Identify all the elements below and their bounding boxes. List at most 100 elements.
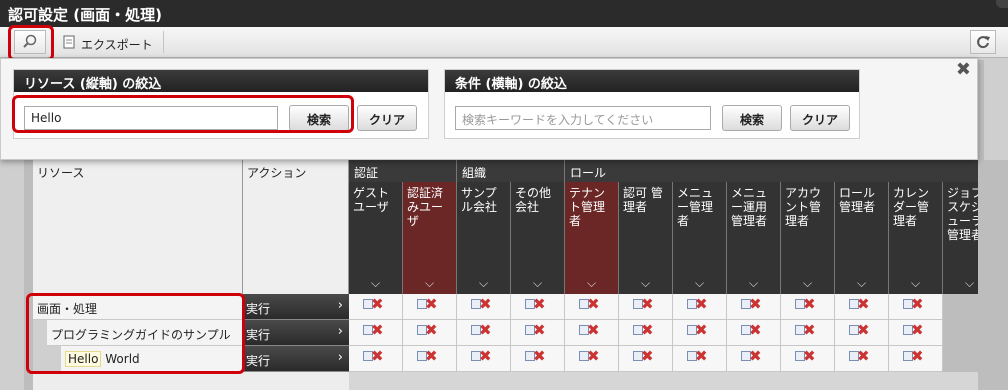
role-header[interactable]: 認証済 みユー ザ ⌵ bbox=[403, 182, 457, 294]
role-header-label: メニュ ー運用 管理者 bbox=[731, 186, 768, 228]
condition-filter-title: 条件 (横軸) の絞込 bbox=[445, 70, 859, 92]
condition-search-input[interactable]: 検索キーワードを入力してください bbox=[455, 106, 711, 130]
deny-icon: ✖ bbox=[749, 295, 762, 313]
permission-cell[interactable]: ✖ bbox=[565, 294, 619, 320]
deny-icon: ✖ bbox=[533, 321, 546, 339]
permission-cell[interactable]: ✖ bbox=[349, 346, 403, 372]
resource-search-button[interactable]: 検索 bbox=[289, 105, 349, 131]
deny-icon: ✖ bbox=[533, 295, 546, 313]
permission-cell[interactable]: ✖ bbox=[349, 320, 403, 346]
permission-cell[interactable]: ✖ bbox=[889, 320, 943, 346]
role-header-label: その他 会社 bbox=[515, 186, 552, 214]
chevron-down-icon[interactable]: ⌵ bbox=[857, 276, 866, 290]
permission-cell[interactable]: ✖ bbox=[511, 294, 565, 320]
role-header-label: サンプ ル会社 bbox=[461, 186, 498, 214]
role-header[interactable]: メニュ ー管理 者 ⌵ bbox=[673, 182, 727, 294]
resource-label-rest: World bbox=[105, 352, 140, 366]
role-header[interactable]: その他 会社 ⌵ bbox=[511, 182, 565, 294]
permission-cell[interactable]: ✖ bbox=[403, 320, 457, 346]
permission-cell[interactable]: ✖ bbox=[673, 346, 727, 372]
resource-search-input[interactable]: Hello bbox=[24, 106, 278, 130]
role-header[interactable]: アカウ ント管 理者 ⌵ bbox=[781, 182, 835, 294]
action-cell[interactable]: 実行 › bbox=[243, 346, 349, 372]
permission-cell[interactable]: ✖ bbox=[727, 320, 781, 346]
permission-cell[interactable]: ✖ bbox=[403, 346, 457, 372]
resource-clear-button[interactable]: クリア bbox=[357, 105, 417, 131]
chevron-down-icon[interactable]: ⌵ bbox=[965, 276, 974, 290]
indent-spacer bbox=[33, 320, 47, 346]
chevron-down-icon[interactable]: ⌵ bbox=[695, 276, 704, 290]
deny-icon: ✖ bbox=[371, 295, 384, 313]
chevron-down-icon[interactable]: ⌵ bbox=[911, 276, 920, 290]
role-header[interactable]: カレン ダー管 理者 ⌵ bbox=[889, 182, 943, 294]
permission-cell[interactable]: ✖ bbox=[511, 320, 565, 346]
condition-search-button[interactable]: 検索 bbox=[722, 105, 782, 131]
role-header[interactable]: 認可 管 理者 ⌵ bbox=[619, 182, 673, 294]
permission-cell[interactable]: ✖ bbox=[403, 294, 457, 320]
permission-cell[interactable]: ✖ bbox=[781, 320, 835, 346]
permission-cell[interactable]: ✖ bbox=[565, 320, 619, 346]
action-label: 実行 bbox=[246, 354, 271, 368]
toolbar: エクスポート bbox=[0, 27, 1008, 58]
deny-icon: ✖ bbox=[695, 321, 708, 339]
export-button[interactable]: エクスポート bbox=[56, 30, 164, 54]
role-header[interactable]: テナン ト管理 者 ⌵ bbox=[565, 182, 619, 294]
group-auth: 認証 bbox=[349, 160, 457, 182]
role-header[interactable]: ロール 管理者 ⌵ bbox=[835, 182, 889, 294]
deny-icon: ✖ bbox=[641, 295, 654, 313]
condition-clear-button[interactable]: クリア bbox=[790, 105, 850, 131]
grid-filler-left bbox=[33, 372, 349, 390]
permission-cell[interactable]: ✖ bbox=[673, 320, 727, 346]
deny-icon: ✖ bbox=[479, 321, 492, 339]
permission-cell[interactable]: ✖ bbox=[457, 294, 511, 320]
permission-cell[interactable]: ✖ bbox=[565, 346, 619, 372]
resource-label: Hello World bbox=[65, 351, 140, 367]
permission-cell[interactable]: ✖ bbox=[673, 294, 727, 320]
permission-cell[interactable]: ✖ bbox=[727, 346, 781, 372]
resource-cell[interactable]: Hello World bbox=[33, 346, 243, 372]
resource-cell[interactable]: 画面・処理 bbox=[33, 294, 243, 320]
deny-icon: ✖ bbox=[587, 347, 600, 365]
action-label: 実行 bbox=[246, 328, 271, 342]
permission-cell[interactable]: ✖ bbox=[889, 346, 943, 372]
title-corner bbox=[996, 0, 1008, 8]
permission-cell[interactable]: ✖ bbox=[781, 294, 835, 320]
permission-cell[interactable]: ✖ bbox=[349, 294, 403, 320]
filter-search-button[interactable] bbox=[14, 30, 46, 54]
role-header[interactable]: サンプ ル会社 ⌵ bbox=[457, 182, 511, 294]
permission-cell[interactable]: ✖ bbox=[619, 346, 673, 372]
deny-icon: ✖ bbox=[695, 347, 708, 365]
deny-icon: ✖ bbox=[857, 347, 870, 365]
permission-cell[interactable]: ✖ bbox=[457, 320, 511, 346]
role-header[interactable]: ゲスト ユーザ ⌵ bbox=[349, 182, 403, 294]
indent-spacer bbox=[33, 346, 61, 372]
permission-cell[interactable]: ✖ bbox=[835, 320, 889, 346]
close-icon[interactable]: ✖ bbox=[956, 59, 971, 80]
chevron-down-icon[interactable]: ⌵ bbox=[425, 276, 434, 290]
permission-cell[interactable]: ✖ bbox=[619, 294, 673, 320]
refresh-button[interactable] bbox=[970, 30, 996, 54]
permission-cell[interactable]: ✖ bbox=[889, 294, 943, 320]
role-header[interactable]: メニュ ー運用 管理者 ⌵ bbox=[727, 182, 781, 294]
chevron-down-icon[interactable]: ⌵ bbox=[641, 276, 650, 290]
deny-icon: ✖ bbox=[911, 347, 924, 365]
permission-cell[interactable]: ✖ bbox=[835, 294, 889, 320]
permission-cell[interactable]: ✖ bbox=[619, 320, 673, 346]
permission-cell[interactable]: ✖ bbox=[511, 346, 565, 372]
chevron-down-icon[interactable]: ⌵ bbox=[803, 276, 812, 290]
permission-cell[interactable]: ✖ bbox=[835, 346, 889, 372]
permission-cell[interactable]: ✖ bbox=[781, 346, 835, 372]
action-cell[interactable]: 実行 › bbox=[243, 320, 349, 346]
chevron-down-icon[interactable]: ⌵ bbox=[479, 276, 488, 290]
permission-cell[interactable]: ✖ bbox=[457, 346, 511, 372]
permission-cell[interactable]: ✖ bbox=[727, 294, 781, 320]
role-header-label: ゲスト ユーザ bbox=[353, 186, 390, 214]
vertical-scroll-area[interactable] bbox=[978, 160, 1008, 390]
deny-icon: ✖ bbox=[479, 295, 492, 313]
chevron-down-icon[interactable]: ⌵ bbox=[587, 276, 596, 290]
chevron-down-icon[interactable]: ⌵ bbox=[749, 276, 758, 290]
chevron-down-icon[interactable]: ⌵ bbox=[371, 276, 380, 290]
action-cell[interactable]: 実行 › bbox=[243, 294, 349, 320]
resource-cell[interactable]: プログラミングガイドのサンプル bbox=[33, 320, 243, 346]
chevron-down-icon[interactable]: ⌵ bbox=[533, 276, 542, 290]
